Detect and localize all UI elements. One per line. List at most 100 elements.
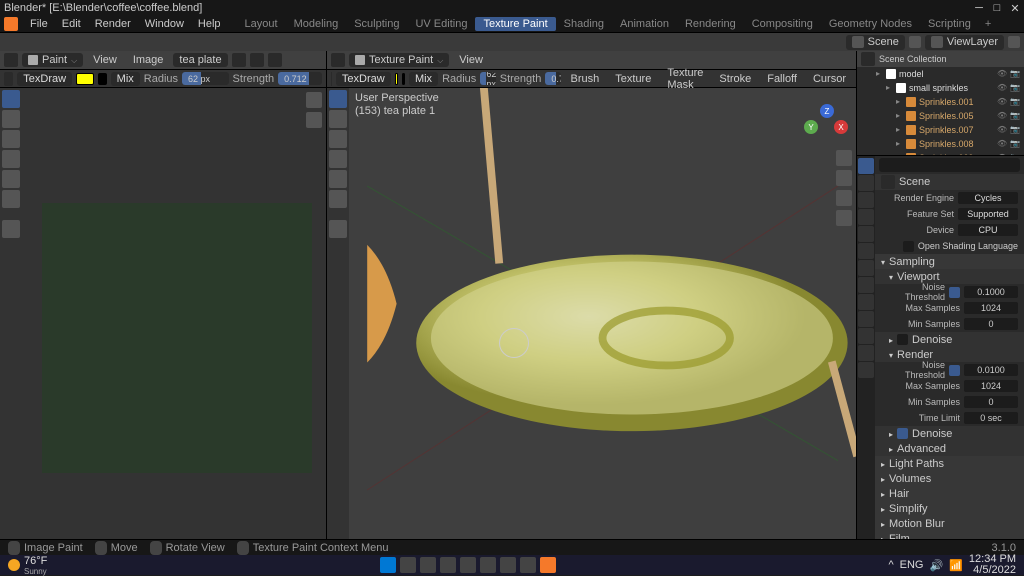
- tool-soften-3d[interactable]: [329, 110, 347, 128]
- tab-render[interactable]: [858, 158, 874, 174]
- device-select[interactable]: CPU: [958, 224, 1018, 236]
- subpanel-advanced[interactable]: Advanced: [875, 441, 1024, 456]
- task-icon-7[interactable]: [520, 557, 536, 573]
- task-icon-2[interactable]: [420, 557, 436, 573]
- menu-cursor[interactable]: Cursor: [807, 72, 852, 86]
- close-icon[interactable]: ✕: [1010, 2, 1020, 15]
- radius-slider[interactable]: 62 px: [182, 72, 229, 85]
- object-mode-select[interactable]: Texture Paint: [349, 53, 449, 67]
- panel-sampling[interactable]: Sampling: [875, 254, 1024, 269]
- tray-chevron-icon[interactable]: ^: [888, 559, 893, 571]
- tool-annotate[interactable]: [2, 220, 20, 238]
- tool-fill[interactable]: [2, 170, 20, 188]
- image-canvas[interactable]: [22, 88, 326, 539]
- rd-noise-value[interactable]: 0.0100: [964, 364, 1018, 376]
- rd-max-samples[interactable]: 1024: [964, 380, 1018, 392]
- editor-type-3d-icon[interactable]: [331, 53, 345, 67]
- tool-draw-3d[interactable]: [329, 90, 347, 108]
- tab-output[interactable]: [858, 175, 874, 191]
- property-search[interactable]: [879, 158, 1020, 172]
- task-icon-6[interactable]: [500, 557, 516, 573]
- tool-mask[interactable]: [2, 190, 20, 208]
- rd-noise-check[interactable]: [949, 365, 960, 376]
- menu-edit[interactable]: Edit: [56, 17, 87, 31]
- primary-color-swatch[interactable]: [76, 73, 94, 85]
- tray-volume-icon[interactable]: 🔊: [930, 559, 944, 572]
- secondary-color-swatch[interactable]: [98, 73, 107, 85]
- menu-help[interactable]: Help: [192, 17, 227, 31]
- image-menu-image[interactable]: Image: [127, 53, 170, 67]
- tool-draw[interactable]: [2, 90, 20, 108]
- tool-clone-3d[interactable]: [329, 150, 347, 168]
- menu-brush[interactable]: Brush: [565, 72, 606, 86]
- zoom-view-icon[interactable]: [836, 150, 852, 166]
- new-viewlayer-button[interactable]: [1008, 36, 1020, 48]
- taskbar-weather[interactable]: 76°F Sunny: [8, 555, 47, 576]
- workspace-compositing[interactable]: Compositing: [744, 17, 821, 31]
- tool-smear-3d[interactable]: [329, 130, 347, 148]
- viewlayer-selector[interactable]: ViewLayer: [925, 35, 1004, 50]
- panel-light-paths[interactable]: Light Paths: [875, 456, 1024, 471]
- menu-window[interactable]: Window: [139, 17, 190, 31]
- orbit-gizmo[interactable]: X Y Z: [806, 106, 846, 146]
- primary-color-3d[interactable]: [395, 73, 399, 85]
- minimize-icon[interactable]: ─: [974, 2, 984, 15]
- tab-particle[interactable]: [858, 277, 874, 293]
- panel-hair[interactable]: Hair: [875, 486, 1024, 501]
- tool-annotate-3d[interactable]: [329, 220, 347, 238]
- vp-noise-check[interactable]: [949, 287, 960, 298]
- tray-lang[interactable]: ENG: [900, 559, 924, 571]
- viewport-3d[interactable]: User Perspective (153) tea plate 1 X Y Z: [349, 88, 856, 539]
- vp-noise-value[interactable]: 0.1000: [964, 286, 1018, 298]
- render-engine-select[interactable]: Cycles: [958, 192, 1018, 204]
- blend-mode-3d[interactable]: Mix: [409, 72, 438, 86]
- tool-fill-3d[interactable]: [329, 170, 347, 188]
- workspace-uv[interactable]: UV Editing: [407, 17, 475, 31]
- tray-wifi-icon[interactable]: 📶: [949, 559, 963, 572]
- tab-world[interactable]: [858, 226, 874, 242]
- workspace-rendering[interactable]: Rendering: [677, 17, 744, 31]
- outliner-row[interactable]: ▸Sprinkles.005👁📷: [857, 109, 1024, 123]
- tab-physics[interactable]: [858, 294, 874, 310]
- strength-slider[interactable]: 0.712: [278, 72, 322, 85]
- panel-motion-blur[interactable]: Motion Blur: [875, 516, 1024, 531]
- workspace-add-button[interactable]: +: [979, 17, 997, 31]
- maximize-icon[interactable]: □: [992, 2, 1002, 15]
- new-image-icon[interactable]: [250, 53, 264, 67]
- task-icon-1[interactable]: [400, 557, 416, 573]
- outliner-row[interactable]: ▸Sprinkles.001👁📷: [857, 95, 1024, 109]
- axis-x[interactable]: X: [834, 120, 848, 134]
- subpanel-rd-denoise[interactable]: Denoise: [875, 426, 1024, 441]
- rd-time-limit[interactable]: 0 sec: [964, 412, 1018, 424]
- osl-checkbox[interactable]: [903, 241, 914, 252]
- pan-icon[interactable]: [306, 112, 322, 128]
- subpanel-vp-denoise[interactable]: Denoise: [875, 332, 1024, 347]
- viewport-menu-view[interactable]: View: [453, 53, 489, 67]
- task-icon-3[interactable]: [440, 557, 456, 573]
- vp-min-samples[interactable]: 0: [964, 318, 1018, 330]
- axis-y[interactable]: Y: [804, 120, 818, 134]
- image-menu-view[interactable]: View: [87, 53, 123, 67]
- menu-stroke[interactable]: Stroke: [713, 72, 757, 86]
- scene-pin-icon[interactable]: [881, 175, 895, 189]
- tool-mask-3d[interactable]: [329, 190, 347, 208]
- rd-min-samples[interactable]: 0: [964, 396, 1018, 408]
- image-selector[interactable]: tea plate: [173, 53, 227, 67]
- outliner-type-icon[interactable]: [861, 52, 875, 66]
- menu-file[interactable]: File: [24, 17, 54, 31]
- workspace-geonodes[interactable]: Geometry Nodes: [821, 17, 920, 31]
- vp-max-samples[interactable]: 1024: [964, 302, 1018, 314]
- tool-soften[interactable]: [2, 110, 20, 128]
- workspace-texture-paint[interactable]: Texture Paint: [475, 17, 555, 31]
- axis-z[interactable]: Z: [820, 104, 834, 118]
- workspace-modeling[interactable]: Modeling: [286, 17, 347, 31]
- panel-film[interactable]: Film: [875, 531, 1024, 539]
- pan-view-icon[interactable]: [836, 170, 852, 186]
- task-icon-5[interactable]: [480, 557, 496, 573]
- open-image-icon[interactable]: [268, 53, 282, 67]
- zoom-icon[interactable]: [306, 92, 322, 108]
- new-scene-button[interactable]: [909, 36, 921, 48]
- start-icon[interactable]: [380, 557, 396, 573]
- brush-selector-icon[interactable]: [4, 72, 13, 86]
- tab-modifier[interactable]: [858, 260, 874, 276]
